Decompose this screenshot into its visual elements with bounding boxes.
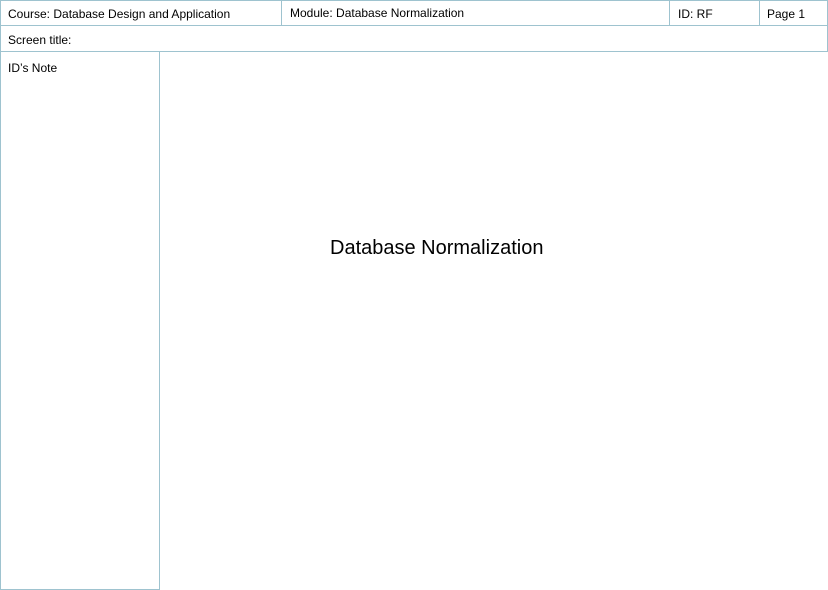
header-course-cell: Course: Database Design and Application — [0, 0, 282, 26]
header-page-cell: Page 1 — [759, 0, 828, 26]
notes-label: ID’s Note — [8, 61, 58, 75]
module-label: Module: Database Normalization — [290, 6, 465, 20]
header-id-cell: ID: RF — [669, 0, 760, 26]
header-module-cell: Module: Database Normalization — [281, 0, 670, 26]
content-area: Database Normalization — [160, 52, 828, 590]
screen-title-label: Screen title: — [8, 33, 72, 47]
id-label: ID: RF — [678, 7, 713, 21]
page-number: Page 1 — [767, 7, 806, 21]
notes-column: ID’s Note — [0, 51, 160, 590]
content-title: Database Normalization — [330, 237, 544, 259]
course-label: Course: Database Design and Application — [8, 7, 231, 21]
screen-title-row: Screen title: — [0, 25, 828, 52]
